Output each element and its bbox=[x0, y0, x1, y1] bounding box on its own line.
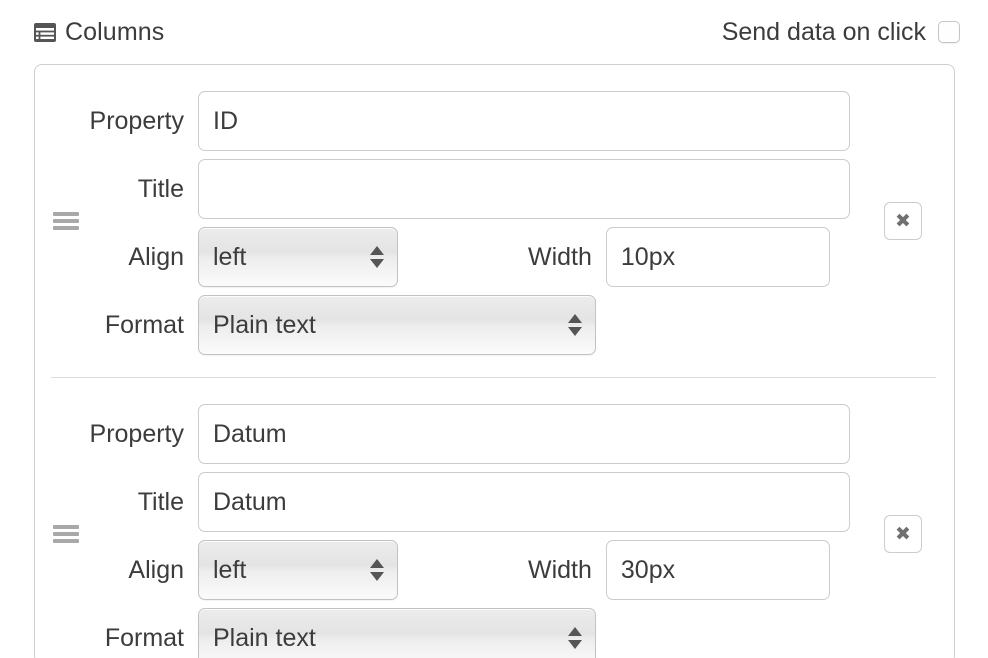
property-row: Property bbox=[35, 400, 954, 468]
format-select-value: Plain text bbox=[213, 623, 316, 652]
align-select[interactable]: left bbox=[198, 227, 398, 287]
width-label: Width bbox=[528, 242, 592, 271]
title-label: Title bbox=[137, 487, 184, 516]
chevron-updown-icon bbox=[568, 627, 582, 649]
remove-column-button[interactable]: ✖ bbox=[884, 202, 922, 240]
send-data-on-click-checkbox[interactable] bbox=[938, 21, 960, 43]
columns-list-container: ✖ Property Title Align left Width Format bbox=[34, 64, 955, 658]
panel-header-left: Columns bbox=[34, 17, 165, 46]
title-row: Title bbox=[35, 155, 954, 223]
column-group: ✖ Property Title Align left Width Format bbox=[35, 65, 954, 377]
format-row: Format Plain text bbox=[35, 604, 954, 658]
columns-settings-panel: Columns Send data on click ✖ Property Ti… bbox=[0, 0, 988, 658]
align-select-value: left bbox=[213, 242, 247, 271]
format-select[interactable]: Plain text bbox=[198, 295, 596, 355]
width-label: Width bbox=[528, 555, 592, 584]
width-input[interactable] bbox=[605, 227, 830, 287]
drag-handle-icon[interactable] bbox=[53, 212, 79, 230]
chevron-updown-icon bbox=[568, 314, 582, 336]
align-width-row: Align left Width bbox=[35, 536, 954, 604]
panel-header: Columns Send data on click bbox=[0, 0, 988, 64]
align-select[interactable]: left bbox=[198, 540, 398, 600]
align-label: Align bbox=[128, 555, 184, 584]
format-select[interactable]: Plain text bbox=[198, 608, 596, 658]
align-label: Align bbox=[128, 242, 184, 271]
title-label: Title bbox=[137, 174, 184, 203]
align-width-row: Align left Width bbox=[35, 223, 954, 291]
format-row: Format Plain text bbox=[35, 291, 954, 359]
width-input[interactable] bbox=[605, 540, 830, 600]
property-input[interactable] bbox=[198, 404, 850, 464]
property-label: Property bbox=[89, 106, 184, 135]
format-select-value: Plain text bbox=[213, 310, 316, 339]
title-input[interactable] bbox=[198, 472, 850, 532]
send-data-on-click-control[interactable]: Send data on click bbox=[721, 17, 960, 46]
property-input[interactable] bbox=[198, 91, 850, 151]
chevron-updown-icon bbox=[370, 246, 384, 268]
page-title: Columns bbox=[65, 17, 165, 46]
title-row: Title bbox=[35, 468, 954, 536]
format-label: Format bbox=[104, 310, 184, 339]
column-group: ✖ Property Title Align left Width Format bbox=[35, 378, 954, 658]
property-row: Property bbox=[35, 87, 954, 155]
remove-column-button[interactable]: ✖ bbox=[884, 515, 922, 553]
title-input[interactable] bbox=[198, 159, 850, 219]
list-table-icon bbox=[34, 22, 56, 42]
chevron-updown-icon bbox=[370, 559, 384, 581]
format-label: Format bbox=[104, 623, 184, 652]
property-label: Property bbox=[89, 419, 184, 448]
send-data-on-click-label: Send data on click bbox=[721, 17, 926, 46]
align-select-value: left bbox=[213, 555, 247, 584]
drag-handle-icon[interactable] bbox=[53, 525, 79, 543]
